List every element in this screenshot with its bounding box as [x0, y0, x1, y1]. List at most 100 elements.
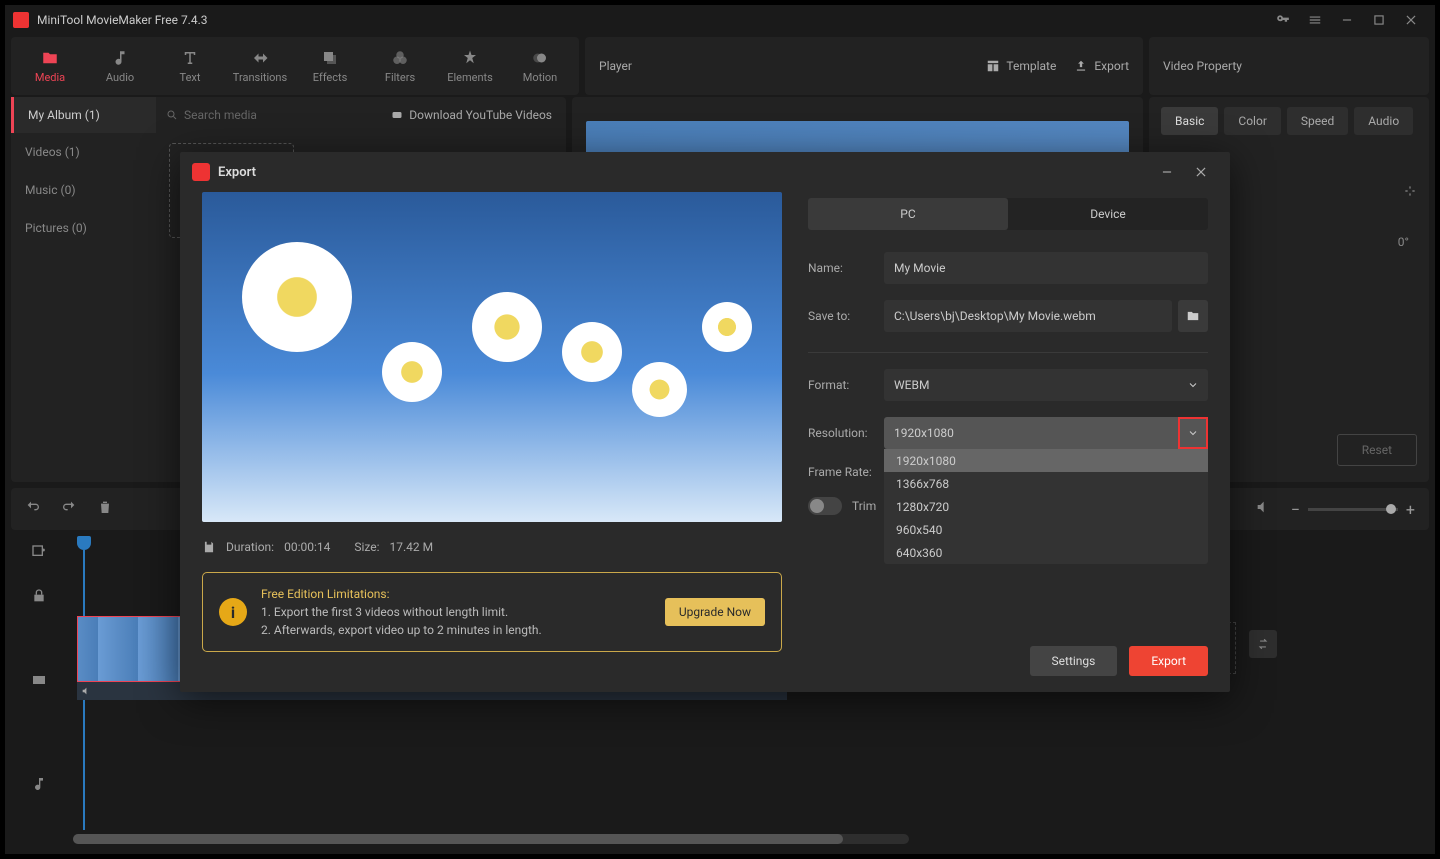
delete-icon[interactable]	[97, 499, 113, 519]
resolution-option[interactable]: 1366x768	[884, 472, 1208, 495]
duration-value: 00:00:14	[284, 540, 330, 554]
chevron-down-icon	[1178, 369, 1208, 401]
export-button-header[interactable]: Export	[1074, 59, 1129, 73]
lock-track-icon[interactable]	[31, 588, 47, 608]
side-music[interactable]: Music (0)	[11, 171, 159, 209]
tool-motion[interactable]: Motion	[505, 38, 575, 94]
main-toolbar: Media Audio Text Transitions Effects Fil…	[5, 35, 1435, 97]
timeline-scrollbar[interactable]	[73, 834, 909, 844]
tool-audio[interactable]: Audio	[85, 38, 155, 94]
export-close-icon[interactable]	[1184, 157, 1218, 187]
trim-toggle[interactable]	[808, 497, 842, 515]
titlebar: MiniTool MovieMaker Free 7.4.3	[5, 5, 1435, 35]
save-row: Save to: C:\Users\bj\Desktop\My Movie.we…	[808, 300, 1208, 332]
side-pictures[interactable]: Pictures (0)	[11, 209, 159, 247]
export-title: Export	[218, 165, 256, 180]
tool-group-main: Media Audio Text Transitions Effects Fil…	[11, 37, 579, 95]
export-left-column: Duration: 00:00:14 Size: 17.42 M i Free …	[202, 192, 782, 676]
resolution-option[interactable]: 1920x1080	[884, 449, 1208, 472]
save-label: Save to:	[808, 309, 884, 323]
property-tabs: Basic Color Speed Audio	[1161, 107, 1417, 135]
redo-icon[interactable]	[61, 499, 77, 519]
duration-label: Duration:	[226, 540, 274, 554]
tool-text[interactable]: Text	[155, 38, 225, 94]
rotation-center-icon[interactable]	[1403, 184, 1417, 201]
zoom-in-icon[interactable]: +	[1406, 500, 1415, 519]
save-input[interactable]: C:\Users\bj\Desktop\My Movie.webm	[884, 300, 1172, 332]
video-track-icon[interactable]	[31, 672, 47, 692]
tool-filters[interactable]: Filters	[365, 38, 435, 94]
format-row: Format: WEBM	[808, 369, 1208, 401]
close-icon[interactable]	[1395, 5, 1427, 35]
tool-effects[interactable]: Effects	[295, 38, 365, 94]
export-footer: Settings Export	[808, 626, 1208, 676]
zoom-out-icon[interactable]: −	[1291, 500, 1300, 519]
app-title: MiniTool MovieMaker Free 7.4.3	[37, 13, 208, 27]
tool-media[interactable]: Media	[15, 38, 85, 94]
player-header: Player Template Export	[585, 37, 1143, 95]
name-label: Name:	[808, 261, 884, 275]
tab-color[interactable]: Color	[1224, 107, 1280, 135]
name-row: Name: My Movie	[808, 252, 1208, 284]
mute-icon[interactable]	[1255, 499, 1271, 519]
playhead[interactable]	[77, 536, 91, 550]
limitations-banner: i Free Edition Limitations: 1. Export th…	[202, 572, 782, 652]
name-input[interactable]: My Movie	[884, 252, 1208, 284]
audio-track-icon[interactable]	[31, 776, 47, 796]
side-videos[interactable]: Videos (1)	[11, 133, 159, 171]
search-media[interactable]: Search media	[156, 108, 377, 122]
export-titlebar: Export	[180, 152, 1230, 192]
app-logo-icon	[13, 12, 29, 28]
save-icon	[202, 540, 216, 554]
player-label: Player	[599, 59, 632, 73]
export-minimize-icon[interactable]	[1150, 157, 1184, 187]
export-preview	[202, 192, 782, 522]
settings-button[interactable]: Settings	[1030, 646, 1118, 676]
tool-transitions[interactable]: Transitions	[225, 38, 295, 94]
trim-label: Trim	[852, 499, 876, 513]
tab-basic[interactable]: Basic	[1161, 107, 1218, 135]
resolution-label: Resolution:	[808, 426, 884, 440]
info-icon: i	[219, 598, 247, 626]
export-button[interactable]: Export	[1129, 646, 1208, 676]
export-dialog: Export Duration: 00:00:14 Size: 17.42 M …	[180, 152, 1230, 692]
format-select[interactable]: WEBM	[884, 369, 1208, 401]
timeline-gutter	[11, 530, 67, 848]
menu-icon[interactable]	[1299, 5, 1331, 35]
export-logo-icon	[192, 163, 210, 181]
resolution-option[interactable]: 960x540	[884, 518, 1208, 541]
tab-audio[interactable]: Audio	[1354, 107, 1413, 135]
media-head: My Album (1) Search media Download YouTu…	[11, 97, 566, 133]
swap-icon[interactable]	[1249, 630, 1277, 658]
export-tabs: PC Device	[808, 198, 1208, 230]
resolution-option[interactable]: 640x360	[884, 541, 1208, 564]
tab-pc[interactable]: PC	[808, 198, 1008, 230]
maximize-icon[interactable]	[1363, 5, 1395, 35]
tab-speed[interactable]: Speed	[1287, 107, 1348, 135]
tab-device[interactable]: Device	[1008, 198, 1208, 230]
undo-icon[interactable]	[25, 499, 41, 519]
size-value: 17.42 M	[390, 540, 434, 554]
tool-elements[interactable]: Elements	[435, 38, 505, 94]
license-key-icon[interactable]	[1267, 5, 1299, 35]
template-button[interactable]: Template	[986, 59, 1056, 73]
format-label: Format:	[808, 378, 884, 392]
add-track-icon[interactable]	[31, 544, 47, 564]
album-tab[interactable]: My Album (1)	[11, 97, 156, 133]
resolution-option[interactable]: 1280x720	[884, 495, 1208, 518]
zoom-slider[interactable]: − +	[1291, 500, 1415, 519]
minimize-icon[interactable]	[1331, 5, 1363, 35]
reset-button[interactable]: Reset	[1337, 434, 1417, 466]
resolution-dropdown: 1920x1080 1366x768 1280x720 960x540 640x…	[884, 449, 1208, 564]
size-label: Size:	[354, 540, 379, 554]
download-yt-link[interactable]: Download YouTube Videos	[377, 108, 566, 122]
upgrade-button[interactable]: Upgrade Now	[665, 598, 765, 626]
resolution-select[interactable]: 1920x1080	[884, 417, 1208, 449]
export-info: Duration: 00:00:14 Size: 17.42 M	[202, 540, 782, 554]
limitations-text: Free Edition Limitations: 1. Export the …	[261, 585, 542, 639]
chevron-down-icon[interactable]	[1178, 417, 1208, 449]
browse-button[interactable]	[1178, 300, 1208, 332]
resolution-row: Resolution: 1920x1080 1920x1080 1366x768…	[808, 417, 1208, 449]
media-side-nav: Videos (1) Music (0) Pictures (0)	[11, 133, 159, 482]
framerate-label: Frame Rate:	[808, 465, 884, 479]
